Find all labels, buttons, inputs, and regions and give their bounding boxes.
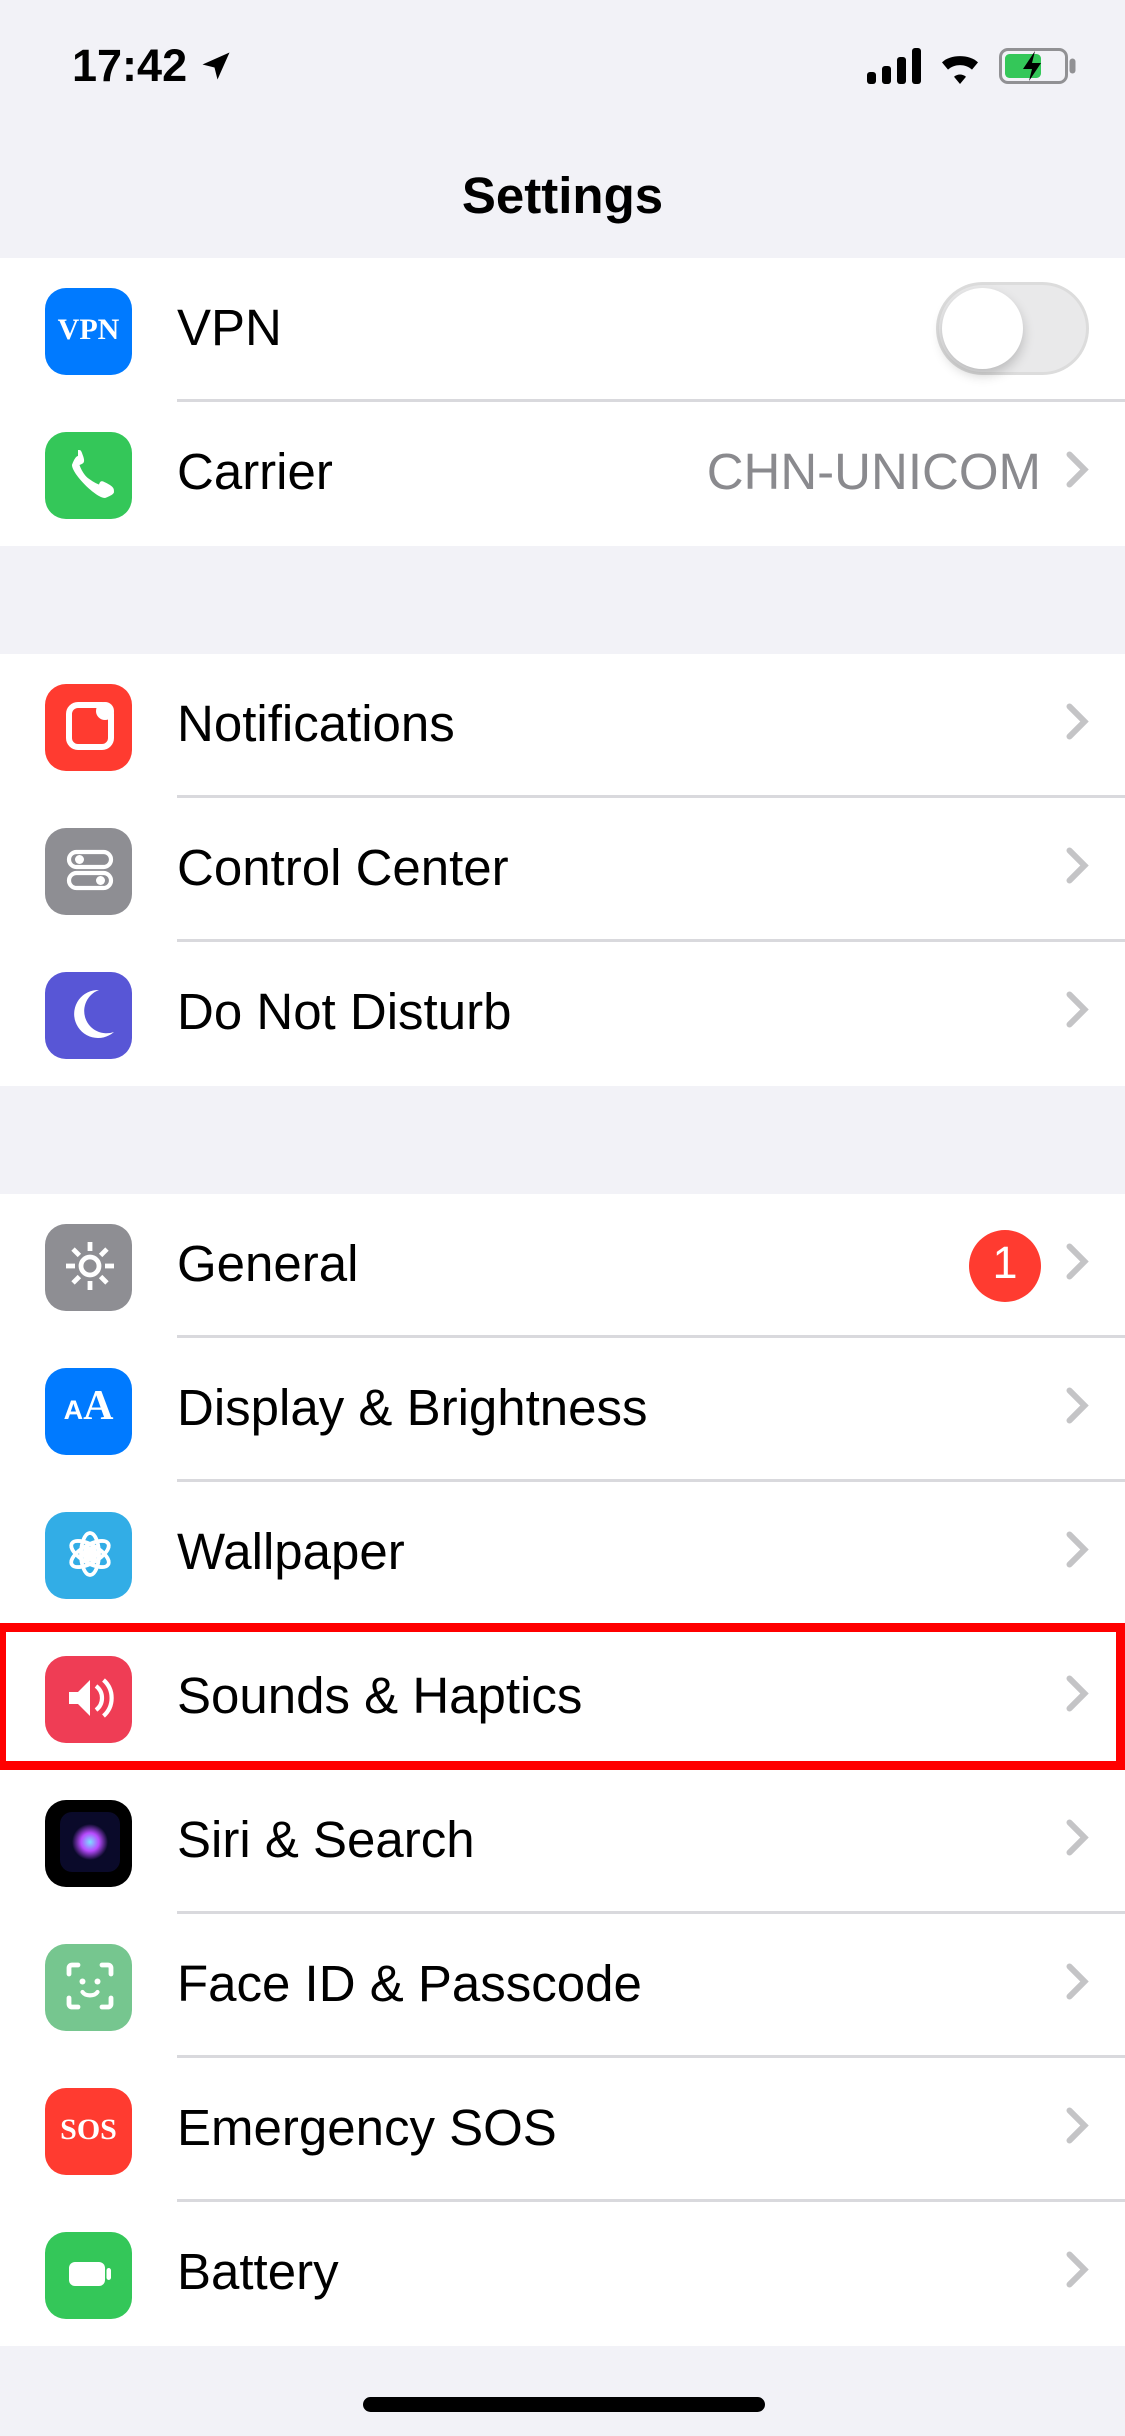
chevron-right-icon (1065, 839, 1089, 899)
row-label: Notifications (177, 695, 1041, 755)
row-controlcenter[interactable]: Control Center (0, 798, 1125, 942)
row-display[interactable]: AA Display & Brightness (0, 1338, 1125, 1482)
chevron-right-icon (1065, 1379, 1089, 1439)
battery-icon (45, 2231, 132, 2318)
row-siri[interactable]: Siri & Search (0, 1770, 1125, 1914)
cellular-icon (867, 48, 921, 84)
moon-icon (45, 971, 132, 1058)
row-detail: CHN-UNICOM (707, 444, 1041, 504)
row-body: Display & Brightness (177, 1338, 1125, 1482)
notifications-icon (45, 683, 132, 770)
row-dnd[interactable]: Do Not Disturb (0, 942, 1125, 1086)
chevron-right-icon (1065, 1955, 1089, 2015)
row-sounds[interactable]: Sounds & Haptics (0, 1626, 1125, 1770)
chevron-right-icon (1065, 984, 1089, 1044)
row-label: Sounds & Haptics (177, 1667, 1041, 1727)
status-bar-right (867, 48, 1077, 84)
settings-table[interactable]: VPN VPN Carrier CHN-UNICOM Notifications Cont… (0, 258, 1125, 2346)
home-indicator[interactable] (362, 2397, 764, 2412)
aa-icon: AA (45, 1367, 132, 1454)
row-body: Do Not Disturb (177, 942, 1125, 1086)
chevron-right-icon (1065, 2099, 1089, 2159)
row-wallpaper[interactable]: Wallpaper (0, 1482, 1125, 1626)
row-body: Carrier CHN-UNICOM (177, 402, 1125, 546)
row-general[interactable]: General 1 (0, 1194, 1125, 1338)
row-body: General 1 (177, 1194, 1125, 1338)
chevron-right-icon (1065, 2244, 1089, 2304)
status-bar-left: 17:42 (72, 41, 235, 92)
row-body: Face ID & Passcode (177, 1914, 1125, 2058)
flower-icon (45, 1511, 132, 1598)
row-label: Display & Brightness (177, 1379, 1041, 1439)
row-carrier[interactable]: Carrier CHN-UNICOM (0, 402, 1125, 546)
status-time: 17:42 (72, 41, 187, 92)
row-body: Emergency SOS (177, 2058, 1125, 2202)
vpn-icon: VPN (45, 287, 132, 374)
gear-icon (45, 1223, 132, 1310)
row-label: Face ID & Passcode (177, 1955, 1041, 2015)
row-label: Siri & Search (177, 1811, 1041, 1871)
face-icon (45, 1943, 132, 2030)
row-label: Do Not Disturb (177, 984, 1041, 1044)
row-label: Battery (177, 2244, 1041, 2304)
row-label: Control Center (177, 839, 1041, 899)
row-body: Control Center (177, 798, 1125, 942)
chevron-right-icon (1065, 444, 1089, 504)
group-1: Notifications Control Center Do Not Distur… (0, 654, 1125, 1086)
location-icon (199, 48, 235, 84)
page-title: Settings (462, 167, 663, 227)
row-label: VPN (177, 299, 912, 359)
row-vpn[interactable]: VPN VPN (0, 258, 1125, 402)
row-body: Siri & Search (177, 1770, 1125, 1914)
battery-icon (999, 48, 1077, 84)
chevron-right-icon (1065, 695, 1089, 755)
chevron-right-icon (1065, 1811, 1089, 1871)
row-faceid[interactable]: Face ID & Passcode (0, 1914, 1125, 2058)
row-body: Sounds & Haptics (177, 1626, 1125, 1770)
row-sos[interactable]: SOS Emergency SOS (0, 2058, 1125, 2202)
switches-icon (45, 827, 132, 914)
row-body: VPN (177, 258, 1125, 402)
wifi-icon (936, 48, 984, 84)
siri-icon (45, 1799, 132, 1886)
chevron-right-icon (1065, 1667, 1089, 1727)
row-label: Wallpaper (177, 1523, 1041, 1583)
row-label: Emergency SOS (177, 2099, 1041, 2159)
row-body: Battery (177, 2202, 1125, 2346)
chevron-right-icon (1065, 1235, 1089, 1295)
phone-icon (45, 431, 132, 518)
row-label: Carrier (177, 444, 683, 504)
group-2: General 1 AA Display & Brightness Wallpaper S… (0, 1194, 1125, 2346)
row-battery[interactable]: Battery (0, 2202, 1125, 2346)
row-label: General (177, 1235, 945, 1295)
badge: 1 (969, 1229, 1041, 1301)
row-body: Wallpaper (177, 1482, 1125, 1626)
toggle-vpn[interactable] (936, 282, 1089, 375)
chevron-right-icon (1065, 1523, 1089, 1583)
row-notifications[interactable]: Notifications (0, 654, 1125, 798)
status-bar: 17:42 (0, 0, 1125, 132)
sos-icon: SOS (45, 2087, 132, 2174)
speaker-icon (45, 1655, 132, 1742)
nav-bar: Settings (0, 132, 1125, 264)
group-0: VPN VPN Carrier CHN-UNICOM (0, 258, 1125, 546)
row-body: Notifications (177, 654, 1125, 798)
